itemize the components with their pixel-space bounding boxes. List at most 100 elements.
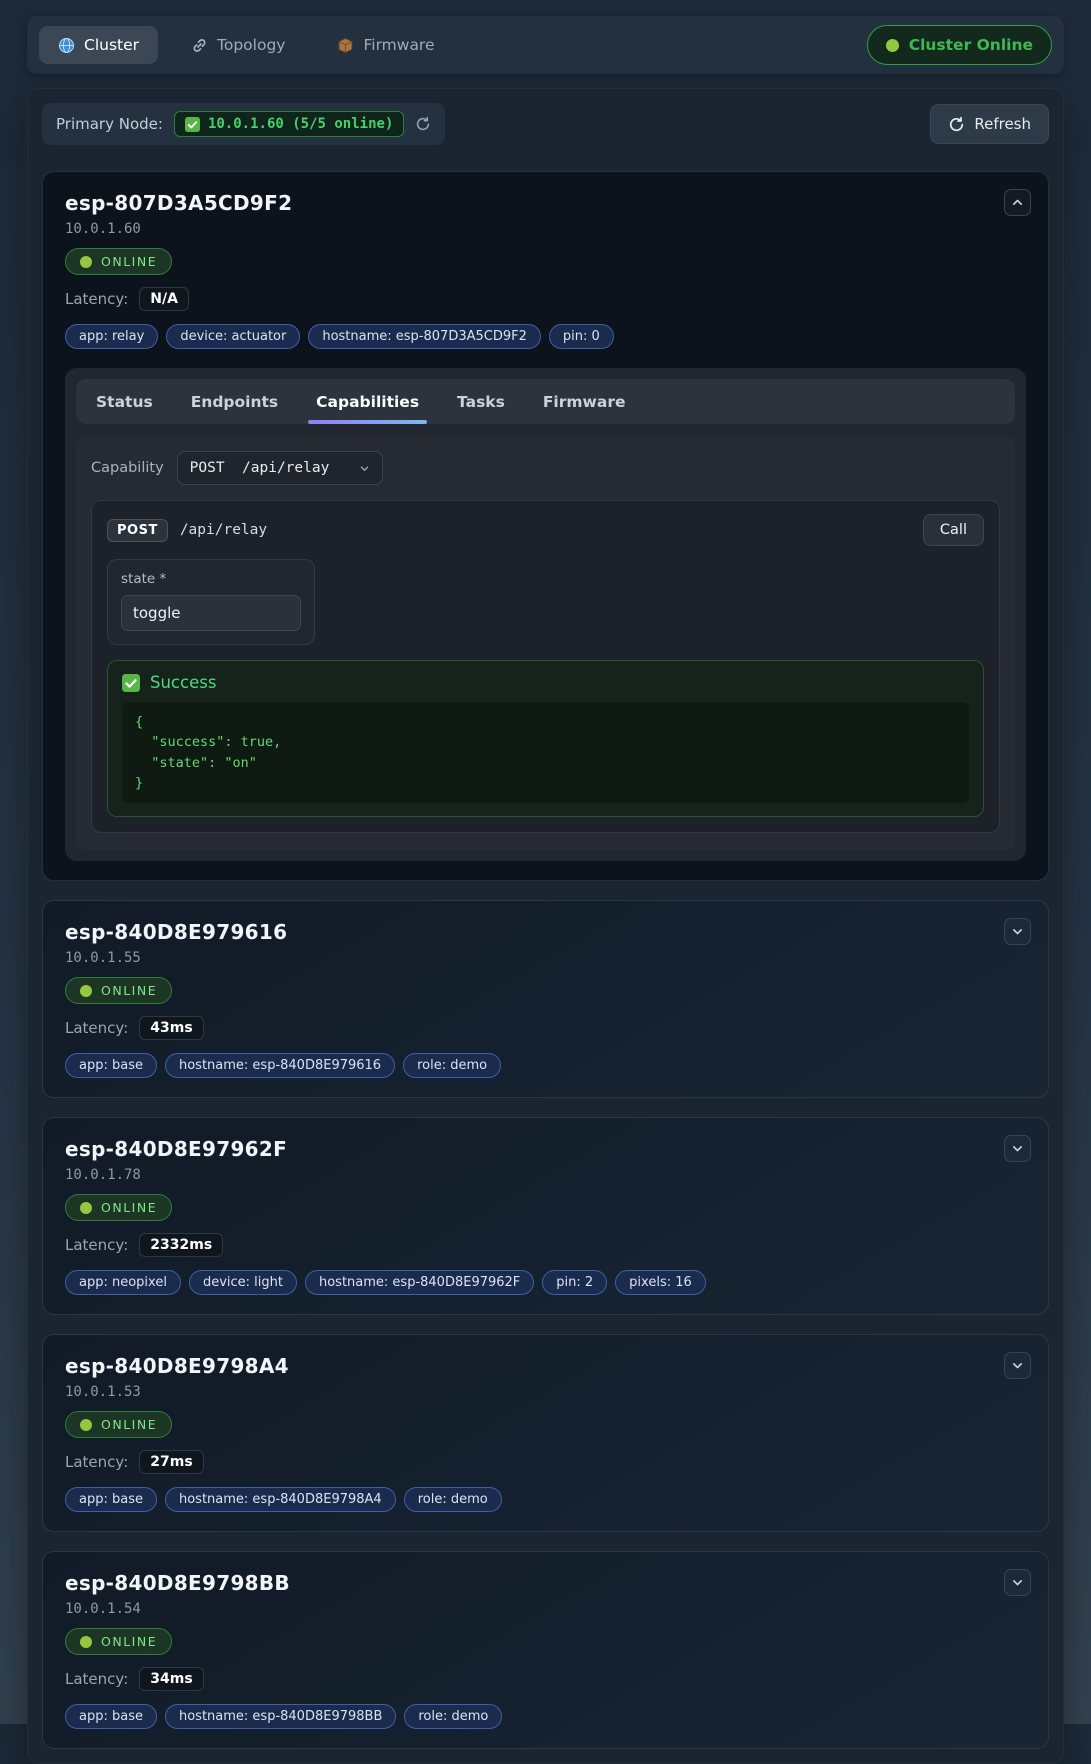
- latency-label: Latency:: [65, 1670, 128, 1688]
- tag-pill: app: base: [65, 1487, 157, 1512]
- latency-row: Latency: 43ms: [65, 1016, 1026, 1040]
- node-card: esp-807D3A5CD9F2 10.0.1.60 ONLINE Latenc…: [42, 171, 1049, 881]
- status-badge: ONLINE: [65, 248, 172, 275]
- green-dot-icon: [80, 256, 92, 268]
- page: { "colors": { "online_green": "#3fb950",…: [0, 16, 1091, 1724]
- endpoint-row: POST /api/relay Call: [107, 514, 984, 546]
- latency-label: Latency:: [65, 1019, 128, 1037]
- tab-label: Firmware: [363, 36, 434, 54]
- capability-select[interactable]: POST /api/relay: [177, 451, 384, 485]
- tag-pill: app: relay: [65, 324, 158, 349]
- tag-list: app: relay device: actuator hostname: esp-…: [65, 324, 1026, 349]
- tab-cluster[interactable]: Cluster: [39, 26, 158, 64]
- node-ip: 10.0.1.55: [65, 950, 1026, 966]
- status-badge: ONLINE: [65, 977, 172, 1004]
- tag-pill: role: demo: [403, 1053, 501, 1078]
- refresh-icon: [948, 116, 965, 133]
- tag-pill: pin: 0: [549, 324, 614, 349]
- expand-toggle-button[interactable]: [1004, 1569, 1031, 1596]
- result-title: Success: [150, 673, 216, 692]
- node-card: esp-840D8E9798BB 10.0.1.54 ONLINE Latenc…: [42, 1551, 1049, 1749]
- detail-tab-status[interactable]: Status: [94, 379, 155, 424]
- expand-toggle-button[interactable]: [1004, 918, 1031, 945]
- expand-toggle-button[interactable]: [1004, 1352, 1031, 1379]
- refresh-button[interactable]: Refresh: [930, 104, 1049, 144]
- tab-topology[interactable]: Topology: [172, 26, 304, 64]
- detail-tab-firmware[interactable]: Firmware: [541, 379, 628, 424]
- link-icon: [191, 37, 208, 54]
- status-label: ONLINE: [101, 1200, 157, 1215]
- result-code: { "success": true, "state": "on" }: [122, 702, 969, 803]
- tag-pill: device: actuator: [166, 324, 300, 349]
- param-input[interactable]: [121, 595, 301, 631]
- result-title-row: Success: [122, 673, 969, 692]
- tab-firmware[interactable]: Firmware: [318, 26, 453, 64]
- latency-value: 34ms: [139, 1667, 203, 1691]
- capability-label: Capability: [91, 460, 164, 476]
- tag-pill: hostname: esp-840D8E979616: [165, 1053, 395, 1078]
- node-card: esp-840D8E9798A4 10.0.1.53 ONLINE Latenc…: [42, 1334, 1049, 1532]
- endpoint-box: POST /api/relay Call state * Succ: [91, 500, 1000, 833]
- package-icon: [337, 37, 354, 54]
- capabilities-panel: Capability POST /api/relay POST /api/rel…: [76, 436, 1015, 850]
- capability-row: Capability POST /api/relay: [91, 451, 1000, 485]
- node-ip: 10.0.1.53: [65, 1384, 1026, 1400]
- node-card: esp-840D8E979616 10.0.1.55 ONLINE Latenc…: [42, 900, 1049, 1098]
- latency-value: 2332ms: [139, 1233, 223, 1257]
- tag-pill: hostname: esp-807D3A5CD9F2: [308, 324, 541, 349]
- endpoint-path: /api/relay: [180, 522, 911, 538]
- green-dot-icon: [80, 1419, 92, 1431]
- chevron-down-icon: [1011, 1142, 1024, 1155]
- node-title: esp-840D8E979616: [65, 920, 1026, 944]
- status-label: ONLINE: [101, 1634, 157, 1649]
- refresh-icon[interactable]: [415, 116, 431, 132]
- status-badge: ONLINE: [65, 1194, 172, 1221]
- tag-pill: app: neopixel: [65, 1270, 181, 1295]
- expand-toggle-button[interactable]: [1004, 1135, 1031, 1162]
- status-label: ONLINE: [101, 1417, 157, 1432]
- tag-pill: pixels: 16: [615, 1270, 706, 1295]
- tab-bar: Status Endpoints Capabilities Tasks Firmware: [76, 379, 1015, 424]
- primary-node-group: Primary Node: 10.0.1.60 (5/5 online): [42, 103, 445, 145]
- node-ip: 10.0.1.60: [65, 221, 1026, 237]
- status-badge: ONLINE: [65, 1411, 172, 1438]
- status-label: ONLINE: [101, 983, 157, 998]
- tag-pill: pin: 2: [542, 1270, 607, 1295]
- expand-toggle-button[interactable]: [1004, 189, 1031, 216]
- green-dot-icon: [886, 39, 899, 52]
- node-detail: Status Endpoints Capabilities Tasks Firmware…: [65, 368, 1026, 861]
- status-badge: ONLINE: [65, 1628, 172, 1655]
- cluster-status-badge: Cluster Online: [867, 25, 1052, 65]
- detail-tab-tasks[interactable]: Tasks: [455, 379, 507, 424]
- tag-list: app: basehostname: esp-840D8E9798A4role:…: [65, 1487, 1026, 1512]
- node-ip: 10.0.1.78: [65, 1167, 1026, 1183]
- latency-row: Latency: N/A: [65, 287, 1026, 311]
- chevron-up-icon: [1011, 196, 1024, 209]
- chevron-down-icon: [1011, 1359, 1024, 1372]
- latency-row: Latency: 2332ms: [65, 1233, 1026, 1257]
- param-label: state *: [121, 571, 301, 587]
- node-title: esp-840D8E9798BB: [65, 1571, 1026, 1595]
- call-button[interactable]: Call: [923, 514, 984, 546]
- detail-tab-endpoints[interactable]: Endpoints: [189, 379, 280, 424]
- primary-node-row: Primary Node: 10.0.1.60 (5/5 online) Ref…: [42, 103, 1049, 145]
- tag-pill: hostname: esp-840D8E97962F: [305, 1270, 534, 1295]
- tag-pill: role: demo: [404, 1487, 502, 1512]
- chevron-down-icon: [1011, 1576, 1024, 1589]
- primary-node-label: Primary Node:: [56, 115, 163, 133]
- tag-pill: app: base: [65, 1053, 157, 1078]
- latency-value: 43ms: [139, 1016, 203, 1040]
- status-label: ONLINE: [101, 254, 157, 269]
- primary-node-value: 10.0.1.60 (5/5 online): [208, 116, 393, 132]
- result-box: Success { "success": true, "state": "on"…: [107, 660, 984, 817]
- check-icon: [185, 117, 200, 132]
- latency-label: Latency:: [65, 290, 128, 308]
- green-dot-icon: [80, 985, 92, 997]
- latency-row: Latency: 27ms: [65, 1450, 1026, 1474]
- detail-tab-capabilities[interactable]: Capabilities: [314, 379, 421, 424]
- chevron-down-icon: [359, 463, 370, 474]
- green-dot-icon: [80, 1202, 92, 1214]
- refresh-label: Refresh: [974, 115, 1031, 133]
- node-ip: 10.0.1.54: [65, 1601, 1026, 1617]
- tag-list: app: base hostname: esp-840D8E979616 role:…: [65, 1053, 1026, 1078]
